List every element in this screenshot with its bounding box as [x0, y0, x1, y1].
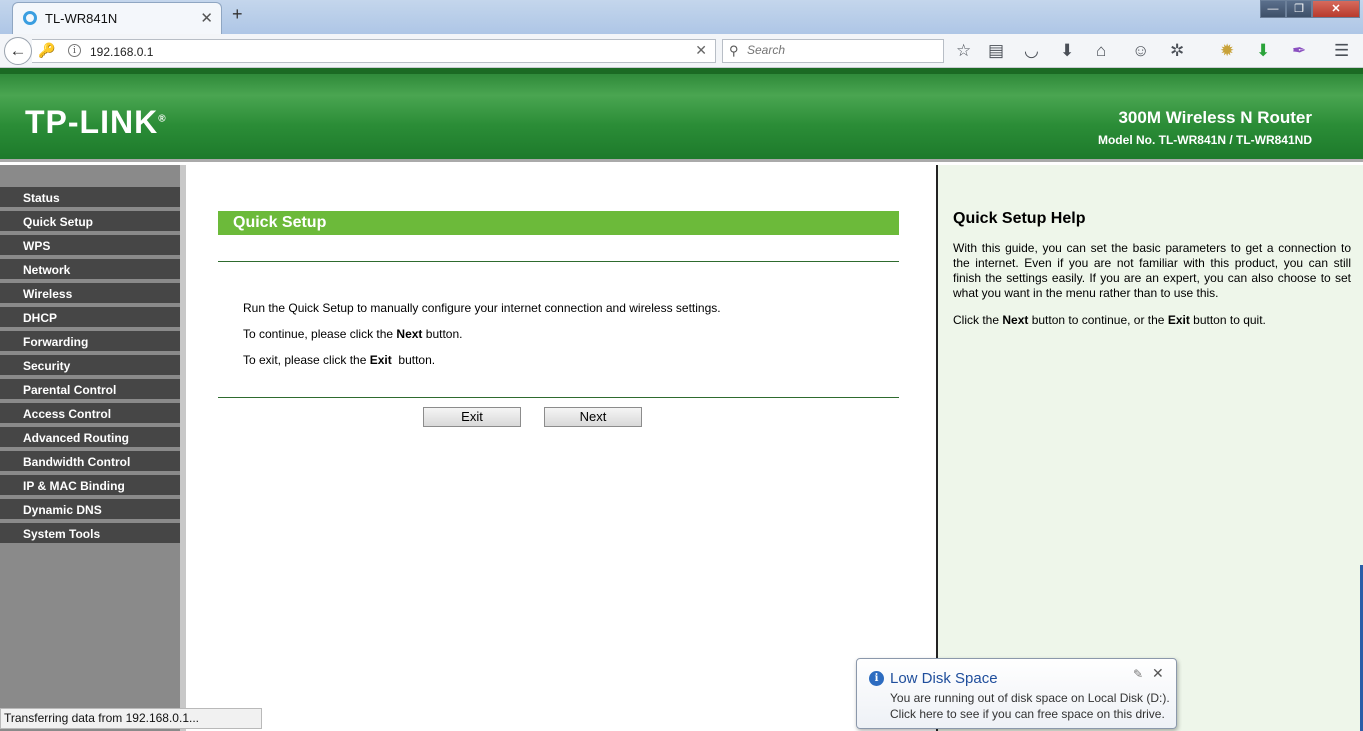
browser-navbar: ← 🔑 i 192.168.0.1 ✕ ⚲ ☆ ▤ ◡ ⬇ ⌂ ☺ ✲ ✹ ⬇ …	[0, 34, 1363, 83]
intro-text: Run the Quick Setup to manually configur…	[243, 301, 721, 315]
exit-instruction: To exit, please click the Exit button.	[243, 353, 436, 367]
sidebar-item-dynamic-dns[interactable]: Dynamic DNS	[0, 499, 180, 521]
search-icon: ⚲	[729, 43, 739, 58]
download-icon[interactable]: ⬇	[1060, 42, 1074, 60]
back-arrow-icon: ←	[9, 41, 27, 60]
continue-instruction: To continue, please click the Next butto…	[243, 327, 463, 341]
help-body: With this guide, you can set the basic p…	[953, 241, 1351, 300]
sidebar-item-forwarding[interactable]: Forwarding	[0, 331, 180, 353]
info-icon[interactable]: i	[68, 44, 81, 57]
exit-button[interactable]: Exit	[423, 407, 521, 427]
address-bar[interactable]: 🔑 i 192.168.0.1 ✕	[32, 39, 716, 63]
loading-favicon-icon	[23, 11, 37, 25]
divider-top	[218, 261, 899, 262]
sidebar-item-system-tools[interactable]: System Tools	[0, 523, 180, 545]
sidebar-item-network[interactable]: Network	[0, 259, 180, 281]
sidebar-item-status[interactable]: Status	[0, 187, 180, 209]
next-button[interactable]: Next	[544, 407, 642, 427]
url-clear-icon[interactable]: ✕	[695, 42, 707, 59]
back-button[interactable]: ←	[4, 37, 32, 65]
pin-icon[interactable]: ✎	[1133, 667, 1143, 681]
sidebar-item-advanced-routing[interactable]: Advanced Routing	[0, 427, 180, 449]
puzzle-icon[interactable]: ✲	[1170, 42, 1184, 60]
divider-bottom	[218, 397, 899, 398]
model-number: Model No. TL-WR841N / TL-WR841ND	[1097, 133, 1312, 147]
sidebar-item-security[interactable]: Security	[0, 355, 180, 377]
help-title: Quick Setup Help	[953, 210, 1086, 227]
notification-title[interactable]: Low Disk Space	[890, 670, 998, 687]
reading-list-icon[interactable]: ▤	[988, 42, 1004, 60]
key-icon: 🔑	[38, 42, 56, 58]
url-text[interactable]: 192.168.0.1	[90, 45, 153, 59]
page-title: Quick Setup	[218, 211, 899, 235]
notification-close-icon[interactable]: ✕	[1152, 665, 1164, 682]
help-instructions: Click the Next button to continue, or th…	[953, 313, 1266, 327]
router-header: TP-LINK® 300M Wireless N Router Model No…	[0, 68, 1363, 162]
search-input[interactable]	[747, 43, 937, 57]
tab-title: TL-WR841N	[45, 11, 118, 26]
low-disk-notification[interactable]: i Low Disk Space ✎ ✕ You are running out…	[856, 658, 1177, 729]
feather-icon[interactable]: ✒	[1292, 42, 1306, 60]
tp-link-logo: TP-LINK®	[25, 104, 167, 140]
sidebar-item-bandwidth-control[interactable]: Bandwidth Control	[0, 451, 180, 473]
home-icon[interactable]: ⌂	[1096, 42, 1106, 60]
window-close-button[interactable]: ✕	[1312, 0, 1360, 18]
extension-icon[interactable]: ✹	[1220, 42, 1234, 60]
sidebar-item-parental-control[interactable]: Parental Control	[0, 379, 180, 401]
sidebar-item-wireless[interactable]: Wireless	[0, 283, 180, 305]
product-name: 300M Wireless N Router	[1118, 108, 1312, 127]
menu-icon[interactable]: ☰	[1334, 42, 1349, 60]
window-minimize-button[interactable]: —	[1260, 0, 1286, 18]
bookmark-star-icon[interactable]: ☆	[956, 42, 971, 60]
browser-tab[interactable]: TL-WR841N ✕	[12, 2, 222, 34]
download-helper-icon[interactable]: ⬇	[1256, 42, 1270, 60]
sidebar-menu: Status Quick Setup WPS Network Wireless …	[0, 165, 186, 731]
search-box[interactable]: ⚲	[722, 39, 944, 63]
new-tab-button[interactable]: +	[232, 4, 243, 25]
sidebar-item-ip-mac-binding[interactable]: IP & MAC Binding	[0, 475, 180, 497]
tab-close-icon[interactable]: ✕	[200, 9, 213, 27]
status-bar: Transferring data from 192.168.0.1...	[0, 708, 262, 729]
notification-message[interactable]: You are running out of disk space on Loc…	[890, 690, 1170, 722]
help-panel: Quick Setup Help With this guide, you ca…	[936, 165, 1363, 731]
window-maximize-button[interactable]: ❐	[1286, 0, 1312, 18]
pocket-icon[interactable]: ◡	[1024, 42, 1039, 60]
browser-titlebar: TL-WR841N ✕ + — ❐ ✕	[0, 0, 1363, 34]
sidebar-item-wps[interactable]: WPS	[0, 235, 180, 257]
sidebar-item-dhcp[interactable]: DHCP	[0, 307, 180, 329]
sidebar-item-access-control[interactable]: Access Control	[0, 403, 180, 425]
info-icon: i	[869, 671, 884, 686]
sidebar-item-quick-setup[interactable]: Quick Setup	[0, 211, 180, 233]
smiley-icon[interactable]: ☺	[1132, 42, 1149, 60]
main-content: Quick Setup Run the Quick Setup to manua…	[186, 165, 936, 731]
